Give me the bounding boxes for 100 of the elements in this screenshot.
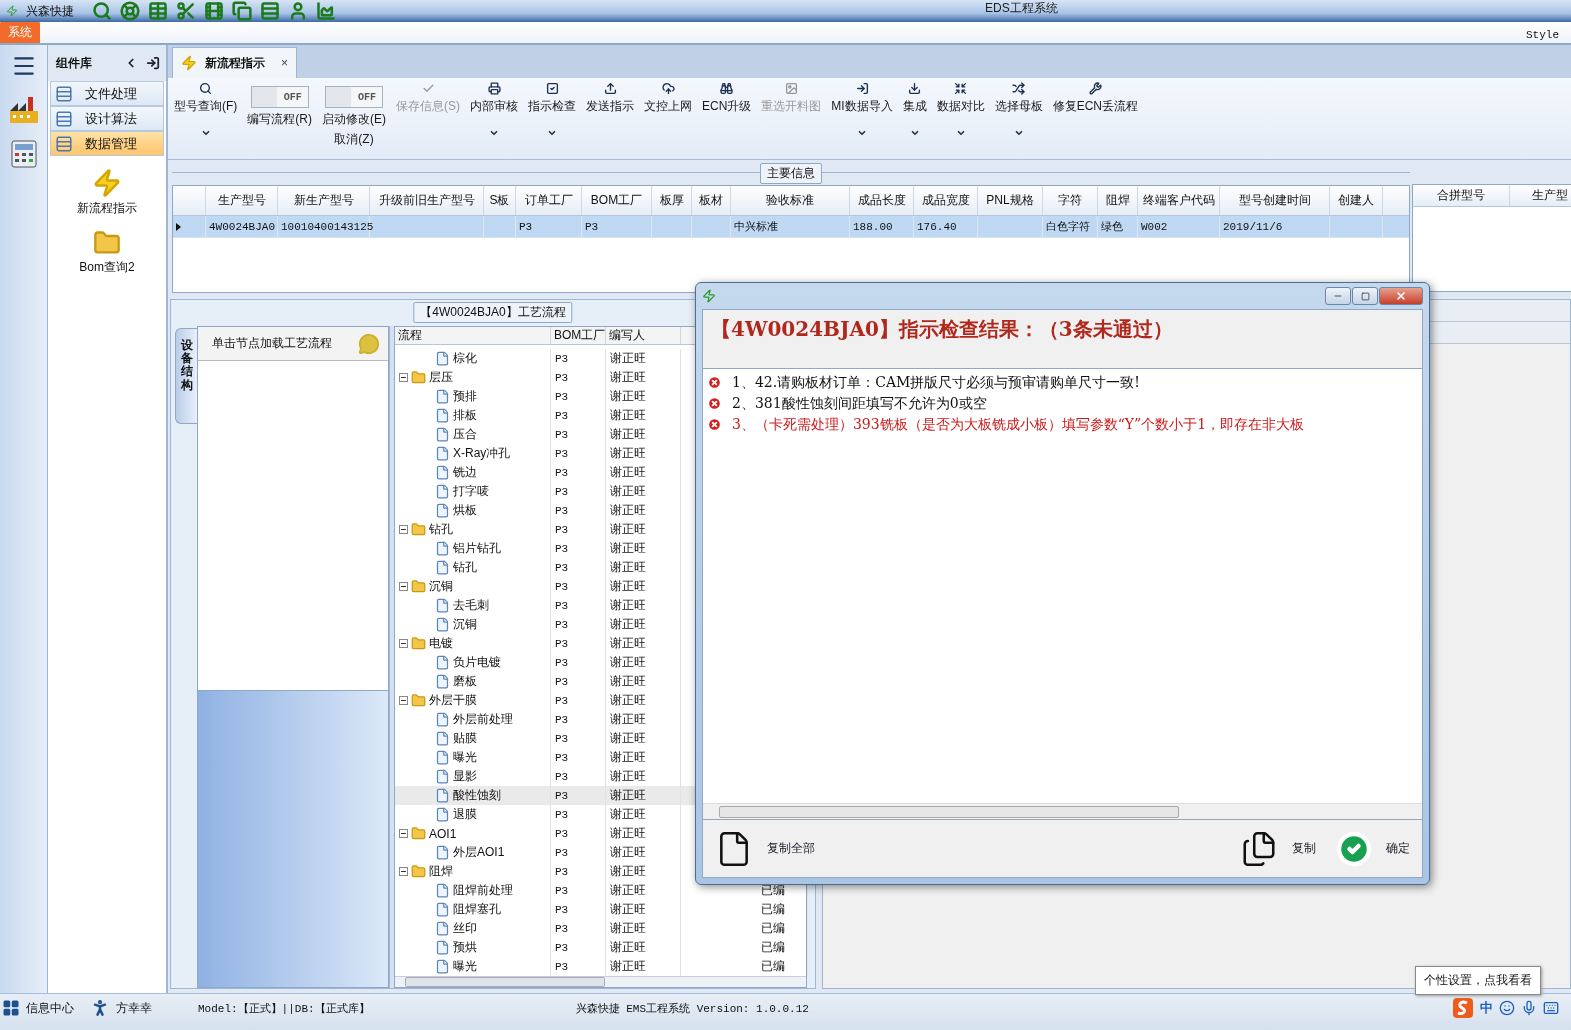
column-header[interactable]: 合拼型号 xyxy=(1413,185,1510,206)
caret-icon[interactable] xyxy=(547,128,557,138)
row-pointer-icon xyxy=(176,222,181,231)
toolbar-button[interactable]: 指示检查 xyxy=(528,82,576,138)
close-icon[interactable]: × xyxy=(281,56,288,70)
table-cell: 已编 xyxy=(761,958,785,975)
column-header[interactable]: 板厚 xyxy=(652,186,692,215)
column-header[interactable]: 生产型 xyxy=(1510,185,1571,206)
scrollbar[interactable] xyxy=(703,803,1422,819)
table-icon[interactable] xyxy=(148,1,168,21)
column-header[interactable]: 升级前旧生产型号 xyxy=(370,186,484,215)
tree-label: X-Ray冲孔 xyxy=(453,445,511,462)
column-header[interactable]: 编写人 xyxy=(606,327,681,344)
action-button[interactable]: 复制 xyxy=(1240,829,1316,868)
column-header[interactable]: 新生产型号 xyxy=(278,186,370,215)
check-circle-icon xyxy=(1336,830,1372,867)
error-icon xyxy=(707,375,722,390)
list-icon xyxy=(55,84,73,103)
table-cell: P3 xyxy=(555,808,569,821)
table-cell: P3 xyxy=(555,371,569,384)
collapse-box-icon[interactable] xyxy=(399,582,408,591)
folder-icon xyxy=(411,826,426,841)
calculator-icon[interactable] xyxy=(8,139,39,169)
area-chart-icon[interactable] xyxy=(316,1,336,21)
search-icon[interactable] xyxy=(92,1,112,21)
toggle-button[interactable]: OFF 启动修改(E) 取消(Z) xyxy=(322,82,386,148)
binoculars-icon xyxy=(720,82,734,95)
caret-icon[interactable] xyxy=(489,128,499,138)
caret-icon[interactable] xyxy=(200,128,211,138)
document-tab[interactable]: 新流程指示 × xyxy=(172,47,297,78)
column-header[interactable]: 成品宽度 xyxy=(914,186,978,215)
copy-icon[interactable] xyxy=(232,1,252,21)
toggle-switch[interactable]: OFF xyxy=(250,86,309,108)
toolbar-button[interactable]: 修复ECN丢流程 xyxy=(1052,82,1139,115)
scrollbar[interactable] xyxy=(395,976,806,987)
toolbar-button[interactable]: ECN升级 xyxy=(702,82,752,115)
input-method-icon[interactable] xyxy=(1452,997,1474,1019)
column-header[interactable]: BOM工厂 xyxy=(551,327,606,344)
maximize-button[interactable] xyxy=(1352,287,1378,305)
component-item[interactable]: 设计算法 xyxy=(50,106,164,131)
column-header[interactable]: 验收标准 xyxy=(731,186,850,215)
side-tab[interactable]: 设备结构 xyxy=(175,328,197,424)
collapse-box-icon[interactable] xyxy=(399,525,408,534)
collapse-box-icon[interactable] xyxy=(399,639,408,648)
column-header[interactable]: 生产型号 xyxy=(206,186,278,215)
status-item[interactable]: 方幸幸 xyxy=(90,998,152,1018)
table-cell: 谢正旺 xyxy=(610,882,646,899)
collapse-box-icon[interactable] xyxy=(399,373,408,382)
column-header[interactable]: 创建人 xyxy=(1330,186,1383,215)
column-header[interactable]: 终端客户代码 xyxy=(1138,186,1220,215)
caret-icon[interactable] xyxy=(909,128,920,138)
table-cell: 谢正旺 xyxy=(610,426,646,443)
status-item[interactable]: 信息中心 xyxy=(2,999,74,1017)
caret-icon[interactable] xyxy=(857,128,867,138)
emoji-icon xyxy=(1499,1000,1515,1016)
minimize-button[interactable] xyxy=(1325,287,1351,305)
collapse-box-icon[interactable] xyxy=(399,696,408,705)
action-button[interactable]: 确定 xyxy=(1336,830,1410,867)
user-icon[interactable] xyxy=(288,1,308,21)
caret-icon[interactable] xyxy=(955,128,966,138)
collapse-box-icon[interactable] xyxy=(399,829,408,838)
document-icon xyxy=(435,598,450,613)
column-header[interactable]: 板材 xyxy=(692,186,731,215)
toolbar-button[interactable]: MI数据导入 xyxy=(831,82,893,138)
toggle-switch[interactable]: OFF xyxy=(325,86,383,108)
column-header[interactable]: S板 xyxy=(484,186,516,215)
toolbar-button[interactable]: 文控上网 xyxy=(644,82,692,115)
column-header[interactable]: 流程 xyxy=(395,327,551,344)
toolbar-button[interactable]: 型号查询(F) xyxy=(174,82,238,138)
toolbar-button[interactable]: 选择母板 xyxy=(994,82,1043,138)
rows-icon[interactable] xyxy=(260,1,280,21)
component-item[interactable]: 数据管理 xyxy=(50,131,164,156)
column-header[interactable]: 阻焊 xyxy=(1098,186,1138,215)
toolbar-button[interactable]: 内部审核 xyxy=(470,82,518,138)
shortcut-item[interactable]: 新流程指示 xyxy=(48,168,166,217)
close-button[interactable] xyxy=(1379,287,1423,305)
component-item[interactable]: 文件处理 xyxy=(50,81,164,106)
caret-icon[interactable] xyxy=(1013,128,1024,138)
column-header[interactable]: 型号创建时间 xyxy=(1220,186,1330,215)
column-header[interactable]: 字符 xyxy=(1043,186,1098,215)
column-header[interactable]: BOM工厂 xyxy=(582,186,652,215)
toolbar-button[interactable]: 发送指示 xyxy=(586,82,634,115)
shortcut-item[interactable]: Bom查询2 xyxy=(48,229,166,276)
hint-text: 单击节点加载工艺流程 xyxy=(212,335,332,352)
collapse-box-icon[interactable] xyxy=(399,867,408,876)
toggle-button[interactable]: OFF 编写流程(R) xyxy=(247,82,312,128)
table-row[interactable]: 4W0024BJA0 10010400143125 P3 P3 中兴标准 188.00 176.40 白色字符 绿色 W002 2019/11/6 xyxy=(173,216,1409,238)
lifebuoy-icon[interactable] xyxy=(120,1,140,21)
style-label[interactable]: Style xyxy=(1526,29,1571,43)
toolbar-button[interactable]: 数据对比 xyxy=(936,82,985,138)
pin-icon[interactable] xyxy=(146,56,160,70)
tree-label: 打字唛 xyxy=(453,483,489,500)
toolbar-button[interactable]: 集成 xyxy=(902,82,927,138)
folder-icon xyxy=(411,579,426,594)
scissors-icon[interactable] xyxy=(176,1,196,21)
ime-mode[interactable]: 中 xyxy=(1480,999,1493,1017)
column-header[interactable]: 成品长度 xyxy=(850,186,914,215)
column-header[interactable]: PNL规格 xyxy=(978,186,1043,215)
column-header[interactable]: 订单工厂 xyxy=(516,186,582,215)
film-icon[interactable] xyxy=(204,1,224,21)
